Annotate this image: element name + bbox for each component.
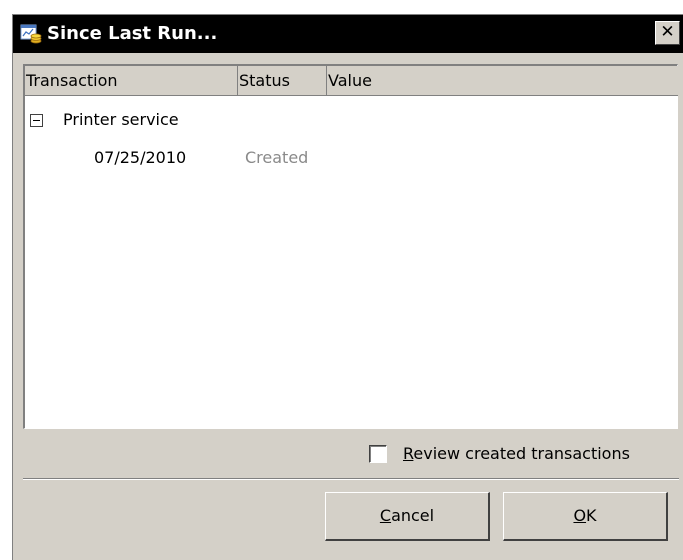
since-last-run-dialog: Since Last Run... ✕ Transaction Status V… bbox=[12, 14, 683, 560]
ok-button[interactable]: OK bbox=[503, 492, 668, 541]
column-header-transaction[interactable]: Transaction bbox=[25, 66, 238, 96]
cancel-button[interactable]: Cancel bbox=[325, 492, 490, 541]
review-created-transactions-label[interactable]: Review created transactions bbox=[403, 444, 630, 463]
review-created-transactions-checkbox[interactable] bbox=[369, 445, 387, 463]
transaction-date: 07/25/2010 bbox=[94, 148, 187, 167]
title-bar[interactable]: Since Last Run... ✕ bbox=[13, 15, 683, 53]
app-icon bbox=[20, 24, 42, 44]
collapse-icon[interactable] bbox=[30, 114, 43, 127]
dialog-title: Since Last Run... bbox=[47, 23, 218, 44]
separator bbox=[23, 478, 679, 480]
close-button[interactable]: ✕ bbox=[655, 21, 680, 45]
transaction-list[interactable]: Transaction Status Value Printer service… bbox=[23, 64, 678, 429]
column-header-status[interactable]: Status bbox=[238, 66, 327, 96]
group-label: Printer service bbox=[63, 110, 179, 129]
close-icon: ✕ bbox=[660, 22, 675, 42]
column-header-value[interactable]: Value bbox=[327, 66, 678, 96]
transaction-status: Created bbox=[245, 148, 309, 167]
